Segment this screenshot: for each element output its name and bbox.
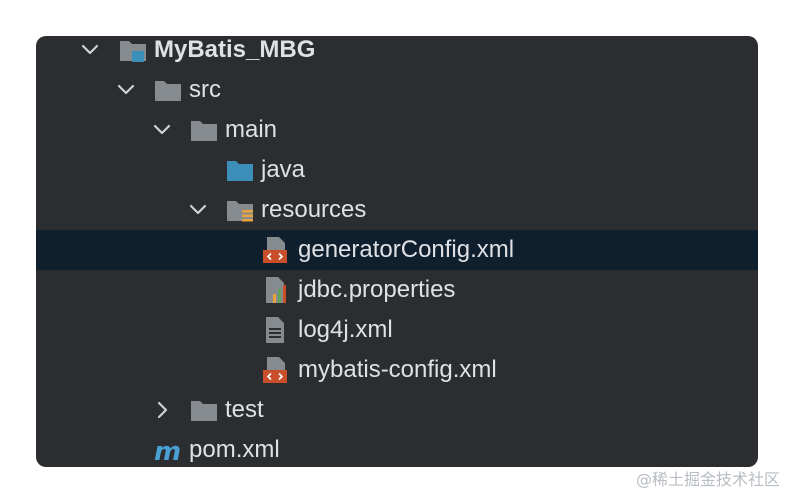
folder-icon xyxy=(191,401,217,421)
xml-file-icon xyxy=(263,237,287,263)
maven-icon: m xyxy=(154,437,181,464)
tree-item-jdbc-properties[interactable]: jdbc.properties xyxy=(36,270,758,310)
tree-item-generatorconfig-xml[interactable]: generatorConfig.xml xyxy=(36,230,758,270)
text-file-icon xyxy=(266,317,284,343)
tree-item-mybatis-config-xml[interactable]: mybatis-config.xml xyxy=(36,350,758,390)
project-root-label: MyBatis_MBG xyxy=(154,36,316,63)
tree-item-log4j-xml[interactable]: log4j.xml xyxy=(36,310,758,350)
project-tree-panel: MyBatis_MBG src main java resources gene… xyxy=(36,36,758,467)
tree-item-main[interactable]: main xyxy=(36,110,758,150)
chevron-down-icon[interactable] xyxy=(116,80,136,100)
folder-icon xyxy=(155,81,181,101)
source-folder-icon xyxy=(227,161,253,181)
folder-icon xyxy=(191,121,217,141)
tree-item-project-root[interactable]: MyBatis_MBG xyxy=(36,36,758,70)
test-label: test xyxy=(225,396,264,423)
tree-item-resources[interactable]: resources xyxy=(36,190,758,230)
chevron-down-icon[interactable] xyxy=(80,40,100,60)
tree-item-src[interactable]: src xyxy=(36,70,758,110)
file-label: mybatis-config.xml xyxy=(298,356,497,383)
file-label: jdbc.properties xyxy=(298,276,456,303)
pom-label: pom.xml xyxy=(189,436,280,463)
tree-item-test[interactable]: test xyxy=(36,390,758,430)
chevron-down-icon[interactable] xyxy=(188,200,208,220)
resources-label: resources xyxy=(261,196,367,223)
java-label: java xyxy=(261,156,306,183)
file-label: log4j.xml xyxy=(298,316,393,343)
module-folder-icon xyxy=(120,41,146,62)
tree-item-java[interactable]: java xyxy=(36,150,758,190)
xml-file-icon xyxy=(263,357,287,383)
file-label: generatorConfig.xml xyxy=(298,236,515,263)
properties-file-icon xyxy=(266,277,286,303)
resources-folder-icon xyxy=(227,201,253,222)
main-label: main xyxy=(225,116,278,143)
chevron-right-icon[interactable] xyxy=(152,400,172,420)
chevron-down-icon[interactable] xyxy=(152,120,172,140)
src-label: src xyxy=(189,76,221,103)
watermark: @稀土掘金技术社区 xyxy=(635,470,780,489)
tree-item-pom-xml[interactable]: m pom.xml xyxy=(36,430,758,467)
svg-text:m: m xyxy=(154,437,181,464)
